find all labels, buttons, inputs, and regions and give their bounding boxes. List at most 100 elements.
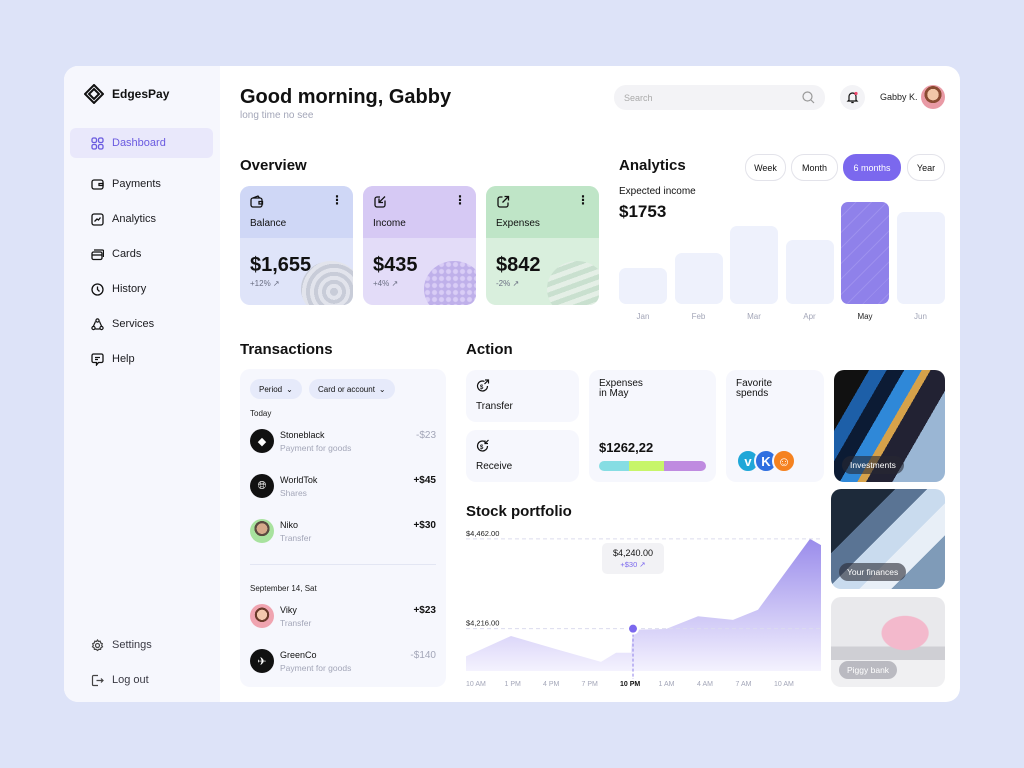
sidebar-item-label: Services bbox=[112, 318, 155, 330]
bar-may[interactable] bbox=[841, 202, 889, 304]
favorite-spends-title: Favorite spends bbox=[736, 379, 772, 399]
sidebar-item-history[interactable]: History bbox=[70, 274, 213, 304]
card-label: Expenses bbox=[496, 218, 540, 229]
transaction-sub: Transfer bbox=[280, 533, 312, 543]
tooltip-change: +$30 ↗ bbox=[602, 560, 664, 569]
logout-icon bbox=[90, 673, 104, 687]
expenses-may-title: Expenses in May bbox=[599, 379, 643, 399]
trend-up-icon: ↗ bbox=[391, 279, 399, 288]
svg-text:$: $ bbox=[480, 385, 484, 391]
bar-jun[interactable] bbox=[896, 212, 945, 304]
bar-label: May bbox=[857, 312, 873, 321]
period-filter[interactable]: Period ⌄ bbox=[250, 379, 302, 399]
snapchat-icon[interactable]: ☺ bbox=[772, 449, 796, 473]
transaction-row[interactable]: Viky Transfer +$23 bbox=[250, 602, 436, 632]
chevron-down-icon: ⌄ bbox=[286, 384, 293, 394]
search-input[interactable] bbox=[624, 92, 784, 103]
user-avatar[interactable] bbox=[921, 85, 945, 109]
x-tick-label: 7 AM bbox=[736, 681, 752, 688]
transaction-sub: Shares bbox=[280, 488, 307, 498]
receive-button[interactable]: $ Receive bbox=[466, 430, 579, 482]
chart-tooltip: $4,240.00 +$30 ↗ bbox=[602, 543, 664, 574]
transaction-row[interactable]: ◆ Stoneblack Payment for goods -$23 bbox=[250, 427, 436, 457]
filter-label: Card or account bbox=[318, 384, 375, 394]
stock-portfolio-title: Stock portfolio bbox=[466, 503, 572, 520]
receive-label: Receive bbox=[476, 461, 513, 472]
transaction-sub: Payment for goods bbox=[280, 663, 352, 673]
sidebar-item-logout[interactable]: Log out bbox=[70, 665, 213, 695]
group-label: Today bbox=[250, 409, 272, 418]
transfer-button[interactable]: $ Transfer bbox=[466, 370, 579, 422]
transaction-amount: +$30 bbox=[413, 520, 436, 531]
your-finances-card[interactable]: Your finances bbox=[831, 489, 945, 589]
title-line: in May bbox=[599, 388, 629, 399]
split-segment bbox=[628, 461, 665, 471]
highlight-point bbox=[627, 622, 639, 635]
sidebar-item-analytics[interactable]: Analytics bbox=[70, 204, 213, 234]
expenses-may-card[interactable]: Expenses in May $1262,22 bbox=[589, 370, 716, 482]
title-line: spends bbox=[736, 388, 769, 399]
sidebar-item-dashboard[interactable]: Dashboard bbox=[70, 128, 213, 158]
bar-label: Apr bbox=[803, 312, 816, 321]
more-options-icon[interactable]: ⋮ bbox=[454, 194, 466, 206]
sidebar-item-label: Log out bbox=[112, 674, 149, 686]
transaction-row[interactable]: 🌐︎ WorldTok Shares +$45 bbox=[250, 472, 436, 502]
bar-apr[interactable] bbox=[785, 239, 834, 304]
card-account-filter[interactable]: Card or account ⌄ bbox=[309, 379, 395, 399]
ethereum-icon: ◆ bbox=[250, 429, 274, 453]
wallet-icon bbox=[90, 177, 104, 191]
transaction-name: WorldTok bbox=[280, 475, 318, 485]
sidebar-item-payments[interactable]: Payments bbox=[70, 169, 213, 199]
notifications-button[interactable] bbox=[840, 85, 865, 110]
bar-mar[interactable] bbox=[730, 226, 778, 304]
x-tick-label: 10 PM bbox=[620, 681, 640, 688]
expenses-card[interactable]: Expenses ⋮ $842 -2% ↗ bbox=[486, 186, 599, 305]
transaction-amount: +$45 bbox=[413, 475, 436, 486]
period-6months-button[interactable]: 6 months bbox=[843, 154, 901, 181]
more-options-icon[interactable]: ⋮ bbox=[331, 194, 343, 206]
search-icon[interactable] bbox=[802, 91, 815, 104]
help-chat-icon bbox=[90, 352, 104, 366]
wallet-icon bbox=[250, 195, 264, 208]
more-options-icon[interactable]: ⋮ bbox=[577, 194, 589, 206]
income-card[interactable]: Income ⋮ $435 +4% ↗ bbox=[363, 186, 476, 305]
chart-icon bbox=[90, 212, 104, 226]
bar-feb[interactable] bbox=[674, 253, 723, 304]
card-value: $1,655 bbox=[250, 254, 312, 276]
card-change: +4% ↗ bbox=[373, 279, 398, 288]
transaction-row[interactable]: Niko Transfer +$30 bbox=[250, 517, 436, 547]
piggy-bank-card[interactable]: Piggy bank bbox=[831, 597, 945, 687]
period-year-button[interactable]: Year bbox=[907, 154, 945, 181]
brand-logo[interactable]: EdgesPay bbox=[84, 84, 169, 104]
arrow-up-right-icon bbox=[497, 195, 510, 208]
split-segment bbox=[599, 461, 629, 471]
period-week-button[interactable]: Week bbox=[745, 154, 786, 181]
user-name[interactable]: Gabby K. bbox=[880, 92, 918, 102]
y-tick-label: $4,216.00 bbox=[466, 619, 499, 628]
overview-title: Overview bbox=[240, 157, 307, 174]
transaction-row[interactable]: ✈︎ GreenCo Payment for goods -$140 bbox=[250, 647, 436, 677]
favorite-spends-card[interactable]: Favorite spends v K ☺ bbox=[726, 370, 824, 482]
balance-card[interactable]: Balance ⋮ $1,655 +12% ↗ bbox=[240, 186, 353, 305]
bar-jan[interactable] bbox=[619, 268, 667, 304]
favorite-icons: v K ☺ bbox=[736, 449, 796, 473]
your-finances-label: Your finances bbox=[839, 563, 907, 581]
sidebar: EdgesPay Dashboard Payments Analytics Ca… bbox=[64, 66, 220, 702]
sidebar-item-label: Payments bbox=[112, 178, 161, 190]
avatar bbox=[250, 604, 274, 628]
bar-label: Jan bbox=[636, 312, 650, 321]
transaction-name: Stoneblack bbox=[280, 430, 325, 440]
sidebar-item-help[interactable]: Help bbox=[70, 344, 213, 374]
period-month-button[interactable]: Month bbox=[791, 154, 838, 181]
transaction-name: Niko bbox=[280, 520, 299, 530]
plane-icon: ✈︎ bbox=[250, 649, 274, 673]
arrow-down-left-icon bbox=[374, 196, 386, 208]
dollar-send-icon: $ bbox=[476, 379, 490, 392]
investments-card[interactable]: Investments bbox=[834, 370, 945, 482]
sidebar-item-cards[interactable]: Cards bbox=[70, 239, 213, 269]
sidebar-item-settings[interactable]: Settings bbox=[70, 630, 213, 660]
gear-icon bbox=[90, 638, 104, 652]
sidebar-item-services[interactable]: Services bbox=[70, 309, 213, 339]
trend-up-icon: ↗ bbox=[639, 560, 646, 569]
bar-label: Feb bbox=[691, 312, 706, 321]
